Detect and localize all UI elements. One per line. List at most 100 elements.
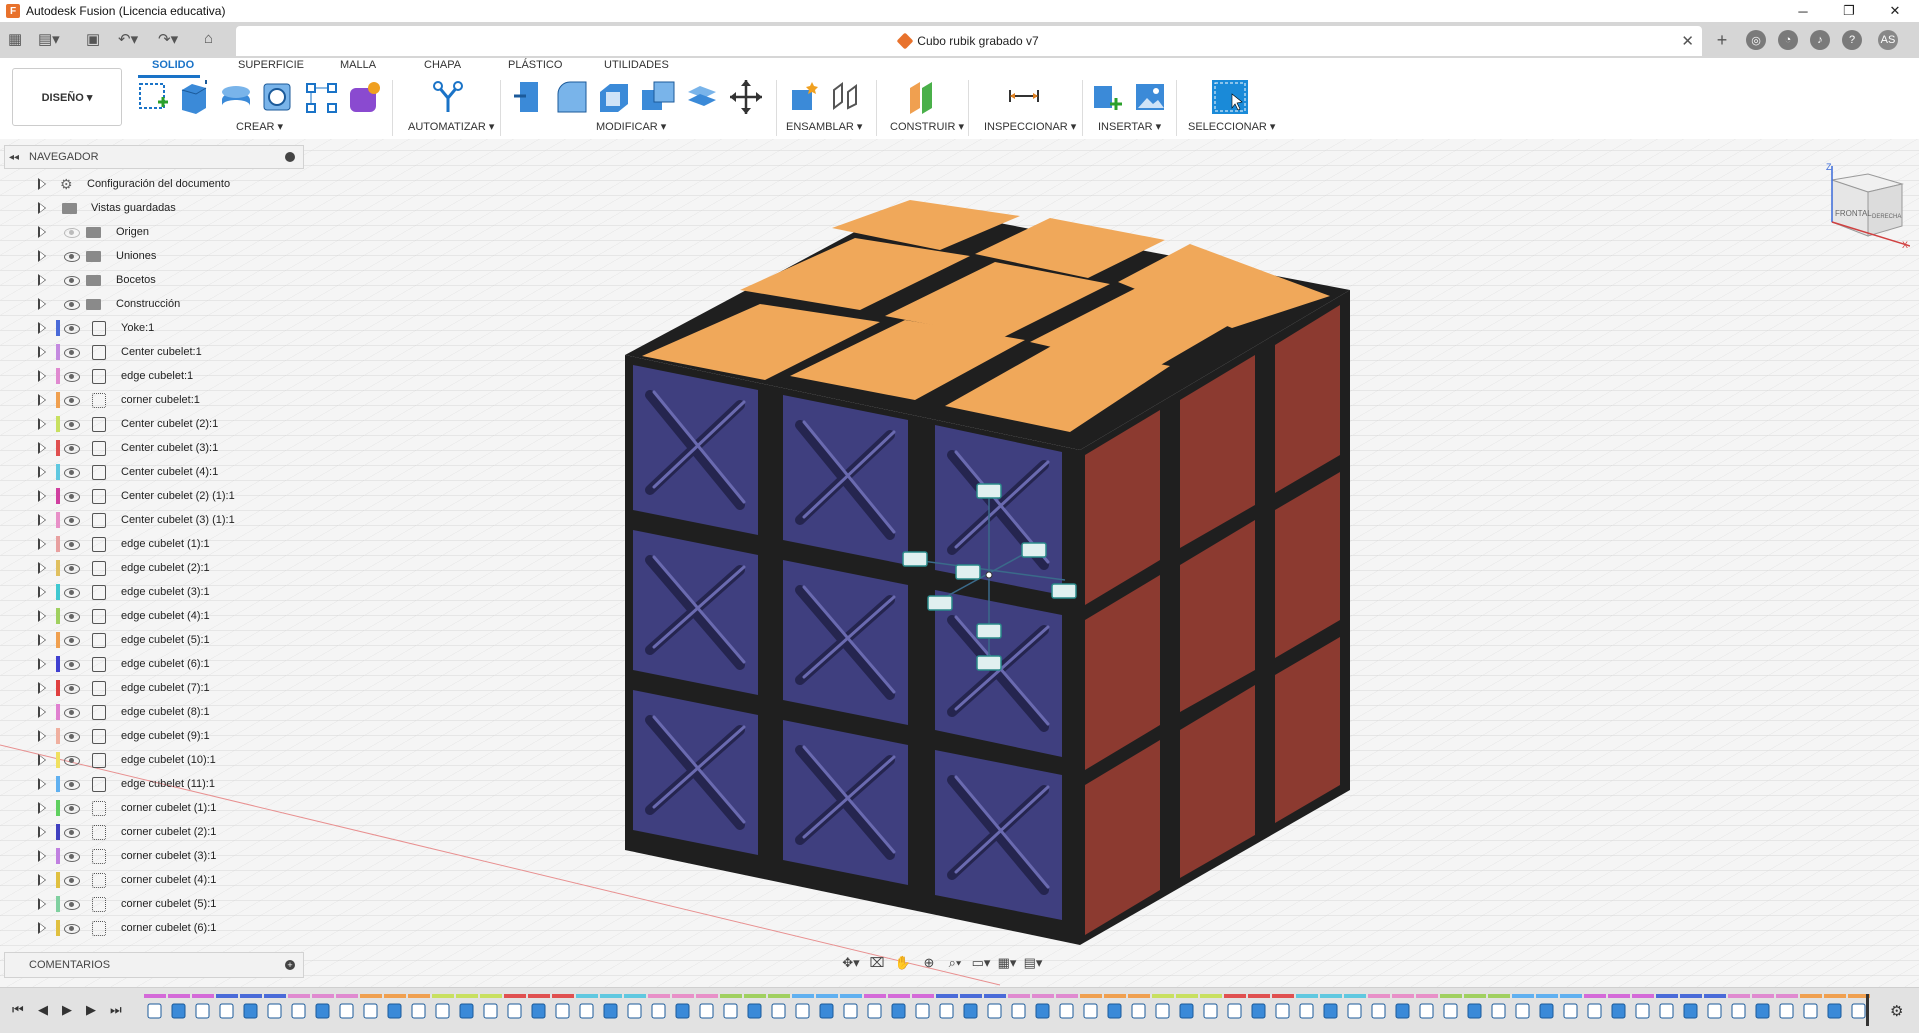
- tab-chapa[interactable]: CHAPA: [424, 59, 461, 71]
- visibility-eye-icon[interactable]: [64, 708, 80, 718]
- browser-item[interactable]: Bocetos: [0, 268, 300, 292]
- fit-icon[interactable]: ⌕▾: [944, 953, 966, 973]
- browser-item[interactable]: edge cubelet (11):1: [0, 772, 300, 796]
- insert-derive-icon[interactable]: [1090, 78, 1126, 116]
- revolve-icon[interactable]: [218, 78, 254, 116]
- visibility-eye-icon[interactable]: [64, 372, 80, 382]
- browser-item[interactable]: edge cubelet (2):1: [0, 556, 300, 580]
- timeline-feature-icon[interactable]: [1275, 1003, 1290, 1019]
- browser-item[interactable]: Uniones: [0, 244, 300, 268]
- browser-item[interactable]: corner cubelet (5):1: [0, 892, 300, 916]
- notifications-icon[interactable]: ♪: [1810, 30, 1830, 50]
- timeline-feature-icon[interactable]: [579, 1003, 594, 1019]
- visibility-eye-icon[interactable]: [64, 228, 80, 238]
- extensions-icon[interactable]: ◎: [1746, 30, 1766, 50]
- timeline-feature-icon[interactable]: [1011, 1003, 1026, 1019]
- browser-item[interactable]: corner cubelet (1):1: [0, 796, 300, 820]
- timeline-feature-icon[interactable]: [1491, 1003, 1506, 1019]
- timeline-feature-icon[interactable]: [1251, 1003, 1266, 1019]
- timeline-feature-icon[interactable]: [243, 1003, 258, 1019]
- browser-item[interactable]: edge cubelet (7):1: [0, 676, 300, 700]
- visibility-eye-icon[interactable]: [64, 612, 80, 622]
- close-window-button[interactable]: ✕: [1872, 0, 1918, 22]
- file-menu-icon[interactable]: ▤▾: [38, 30, 60, 48]
- timeline-feature-icon[interactable]: [1611, 1003, 1626, 1019]
- new-tab-icon[interactable]: +: [1712, 30, 1732, 50]
- apps-grid-icon[interactable]: ▦: [8, 30, 22, 48]
- grid-settings-icon[interactable]: ▦▾: [996, 953, 1018, 973]
- browser-item[interactable]: corner cubelet (3):1: [0, 844, 300, 868]
- timeline-feature-icon[interactable]: [171, 1003, 186, 1019]
- visibility-eye-icon[interactable]: [64, 468, 80, 478]
- timeline-feature-icon[interactable]: [1371, 1003, 1386, 1019]
- visibility-eye-icon[interactable]: [64, 420, 80, 430]
- browser-item[interactable]: corner cubelet (2):1: [0, 820, 300, 844]
- job-status-icon[interactable]: ◔: [1778, 30, 1798, 50]
- look-at-icon[interactable]: ⌧: [866, 953, 888, 973]
- joint-icon[interactable]: [828, 78, 864, 116]
- timeline-feature-icon[interactable]: [771, 1003, 786, 1019]
- automate-icon[interactable]: [430, 78, 466, 116]
- timeline-track[interactable]: [140, 988, 1880, 1032]
- undo-icon[interactable]: ↶▾: [118, 30, 138, 48]
- timeline-feature-icon[interactable]: [1395, 1003, 1410, 1019]
- browser-header[interactable]: ◂◂ NAVEGADOR: [4, 145, 304, 169]
- timeline-feature-icon[interactable]: [219, 1003, 234, 1019]
- visibility-eye-icon[interactable]: [64, 516, 80, 526]
- visibility-eye-icon[interactable]: [64, 924, 80, 934]
- timeline-feature-icon[interactable]: [1323, 1003, 1338, 1019]
- timeline-start-button[interactable]: ⏮: [12, 1002, 24, 1018]
- visibility-eye-icon[interactable]: [64, 804, 80, 814]
- zoom-icon[interactable]: ⊕: [918, 953, 940, 973]
- minimize-button[interactable]: ─: [1780, 0, 1826, 22]
- timeline-end-button[interactable]: ⏭: [110, 1002, 122, 1018]
- timeline-feature-icon[interactable]: [651, 1003, 666, 1019]
- timeline-feature-icon[interactable]: [891, 1003, 906, 1019]
- help-icon[interactable]: ?: [1842, 30, 1862, 50]
- tab-malla[interactable]: MALLA: [340, 59, 376, 71]
- browser-item[interactable]: Yoke:1: [0, 316, 300, 340]
- save-icon[interactable]: ▣: [86, 30, 100, 48]
- visibility-eye-icon[interactable]: [64, 396, 80, 406]
- timeline-feature-icon[interactable]: [1467, 1003, 1482, 1019]
- group-insertar[interactable]: INSERTAR ▾: [1098, 120, 1161, 133]
- timeline-feature-icon[interactable]: [267, 1003, 282, 1019]
- timeline-feature-icon[interactable]: [867, 1003, 882, 1019]
- visibility-eye-icon[interactable]: [64, 276, 80, 286]
- select-icon[interactable]: [1210, 78, 1250, 116]
- user-avatar[interactable]: AS: [1878, 30, 1898, 50]
- browser-item[interactable]: Origen: [0, 220, 300, 244]
- group-crear[interactable]: CREAR ▾: [236, 120, 283, 133]
- close-tab-icon[interactable]: ✕: [1681, 32, 1694, 50]
- timeline-feature-icon[interactable]: [675, 1003, 690, 1019]
- group-construir[interactable]: CONSTRUIR ▾: [890, 120, 964, 133]
- group-ensamblar[interactable]: ENSAMBLAR ▾: [786, 120, 862, 133]
- timeline-feature-icon[interactable]: [1299, 1003, 1314, 1019]
- visibility-eye-icon[interactable]: [64, 492, 80, 502]
- redo-icon[interactable]: ↷▾: [158, 30, 178, 48]
- visibility-eye-icon[interactable]: [64, 780, 80, 790]
- timeline-feature-icon[interactable]: [1035, 1003, 1050, 1019]
- orbit-icon[interactable]: ✥▾: [840, 953, 862, 973]
- timeline-feature-icon[interactable]: [1827, 1003, 1842, 1019]
- timeline-back-button[interactable]: ◀: [38, 1002, 48, 1018]
- fillet-icon[interactable]: [554, 78, 590, 116]
- hole-icon[interactable]: [260, 78, 296, 116]
- group-seleccionar[interactable]: SELECCIONAR ▾: [1188, 120, 1275, 133]
- timeline-feature-icon[interactable]: [939, 1003, 954, 1019]
- tab-plastico[interactable]: PLÁSTICO: [508, 59, 562, 71]
- press-pull-icon[interactable]: [512, 78, 548, 116]
- browser-item[interactable]: edge cubelet (4):1: [0, 604, 300, 628]
- browser-item[interactable]: edge cubelet (5):1: [0, 628, 300, 652]
- timeline-feature-icon[interactable]: [1131, 1003, 1146, 1019]
- timeline-feature-icon[interactable]: [363, 1003, 378, 1019]
- group-modificar[interactable]: MODIFICAR ▾: [596, 120, 666, 133]
- browser-item[interactable]: edge cubelet (1):1: [0, 532, 300, 556]
- visibility-eye-icon[interactable]: [64, 660, 80, 670]
- timeline-feature-icon[interactable]: [507, 1003, 522, 1019]
- timeline-feature-icon[interactable]: [987, 1003, 1002, 1019]
- collapse-panel-icon[interactable]: ◂◂: [9, 152, 19, 163]
- browser-item[interactable]: Construcción: [0, 292, 300, 316]
- viewcube-right-label[interactable]: DERECHA: [1872, 214, 1901, 220]
- browser-item[interactable]: corner cubelet:1: [0, 388, 300, 412]
